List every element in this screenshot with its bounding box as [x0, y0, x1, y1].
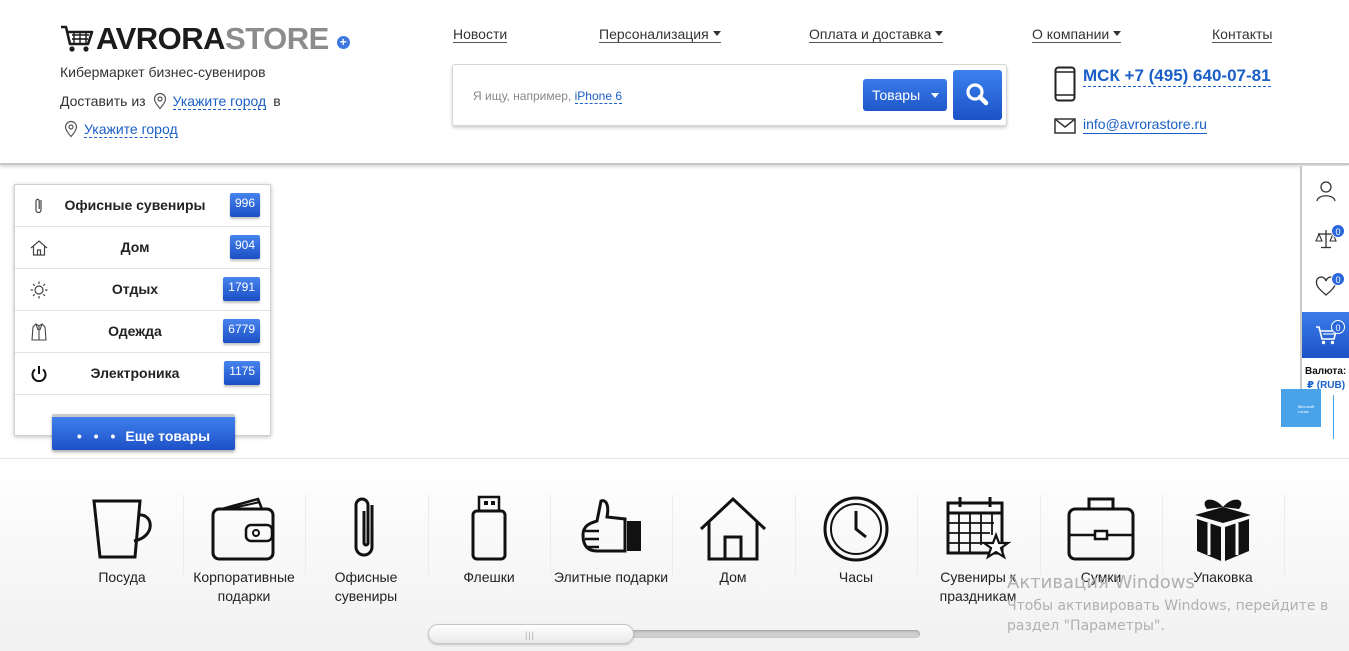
nav-personalization[interactable]: Персонализация: [599, 26, 721, 43]
search-category-label: Товары: [872, 87, 921, 103]
microsoft-lense-tile[interactable]: Microsoft Lense: [1281, 389, 1321, 427]
category-count-badge: 1791: [223, 277, 260, 301]
currency-label: Валюта:: [1305, 366, 1347, 377]
category-item-leisure[interactable]: Отдых 1791: [15, 269, 270, 311]
user-icon: [1316, 181, 1336, 202]
phone-icon: [1054, 66, 1076, 102]
category-menu: Офисные сувениры 996 Дом 904 Отдых 1791 …: [14, 184, 271, 436]
more-products-label: Еще товары: [125, 428, 211, 444]
cart-button[interactable]: 0: [1302, 312, 1349, 358]
more-products-button[interactable]: • • • Еще товары: [52, 414, 235, 450]
carousel-item-elite[interactable]: Элитные подарки: [550, 495, 672, 605]
carousel-item-corporate[interactable]: Корпоративные подарки: [183, 495, 305, 605]
location-pin-icon: [64, 120, 78, 138]
carousel-item-home[interactable]: Дом: [672, 495, 794, 605]
category-count-badge: 904: [229, 235, 260, 259]
chevron-down-icon: [931, 93, 939, 98]
gift-box-icon: [1195, 499, 1251, 561]
search-placeholder-text: Я ищу, например,: [473, 89, 572, 103]
nav-news-label: Новости: [453, 26, 508, 42]
wallet-icon: [211, 497, 275, 561]
carousel-scrollbar-handle[interactable]: |||: [428, 624, 634, 644]
thumbs-up-icon: [581, 499, 641, 553]
delivery-to-row: Укажите город: [60, 120, 178, 138]
carousel-item-label: Посуда: [98, 569, 146, 585]
mail-icon: [1054, 118, 1076, 134]
account-button[interactable]: [1302, 168, 1349, 214]
nav-personalization-label: Персонализация: [599, 26, 709, 42]
location-pin-icon: [153, 92, 166, 110]
search-placeholder: Я ищу, например, iPhone 6: [473, 89, 623, 104]
top-navigation: Новости Персонализация Оплата и доставка…: [0, 26, 1349, 46]
city-to-link[interactable]: Укажите город: [84, 121, 178, 138]
windows-activation-text: Чтобы активировать Windows, перейдите в …: [1007, 598, 1329, 634]
phone-number-link[interactable]: МСК +7 (495) 640-07-81: [1083, 66, 1271, 87]
site-tagline: Кибермаркет бизнес-сувениров: [60, 64, 266, 80]
carousel-item-label: Офисные сувениры: [334, 569, 398, 604]
search-box: Я ищу, например, iPhone 6 Товары: [452, 64, 1007, 126]
chevron-down-icon: [1113, 31, 1122, 36]
ms-tile-text: Microsoft Lense: [1298, 404, 1315, 414]
city-from-link[interactable]: Укажите город: [172, 93, 267, 110]
carousel-item-label: Дом: [719, 569, 747, 585]
nav-about[interactable]: О компании: [1032, 26, 1122, 43]
delivery-middle: в: [273, 93, 281, 109]
grip-icon: |||: [525, 630, 536, 640]
carousel-item-office[interactable]: Офисные сувениры: [305, 495, 427, 605]
category-label: Дом: [120, 239, 150, 255]
nav-about-label: О компании: [1032, 26, 1110, 42]
category-label: Отдых: [111, 281, 159, 297]
delivery-prefix: Доставить из: [60, 93, 146, 109]
category-item-electronics[interactable]: Электроника 1175: [15, 353, 270, 395]
favorites-count-badge: 0: [1331, 272, 1345, 286]
category-item-office[interactable]: Офисные сувениры 996: [15, 185, 270, 227]
nav-news[interactable]: Новости: [453, 26, 508, 43]
delivery-from-row: Доставить из Укажите город в: [60, 92, 281, 110]
carousel-item-label: Флешки: [463, 569, 515, 585]
compare-count-badge: 0: [1331, 224, 1345, 238]
paperclip-icon: [354, 497, 374, 557]
divider-line: [1333, 395, 1334, 439]
search-button[interactable]: [953, 70, 1002, 120]
category-count-badge: 6779: [223, 319, 260, 343]
nav-contacts-label: Контакты: [1212, 26, 1273, 42]
nav-payment-delivery-label: Оплата и доставка: [809, 26, 932, 42]
clock-icon: [823, 496, 889, 562]
carousel-item-dishes[interactable]: Посуда: [61, 495, 183, 605]
category-item-clothing[interactable]: Одежда 6779: [15, 311, 270, 353]
nav-payment-delivery[interactable]: Оплата и доставка: [809, 26, 944, 43]
chevron-down-icon: [712, 31, 721, 36]
cart-count-badge: 0: [1331, 320, 1345, 334]
site-header: AVRORA STORE + Кибермаркет бизнес-сувенир…: [0, 0, 1349, 165]
carousel-item-label: Часы: [838, 569, 874, 585]
search-icon: [966, 83, 989, 106]
compare-button[interactable]: 0: [1302, 216, 1349, 262]
house-icon: [699, 496, 767, 561]
chevron-down-icon: [935, 31, 944, 36]
search-example-link[interactable]: iPhone 6: [574, 89, 623, 104]
carousel-item-label: Элитные подарки: [553, 569, 669, 585]
nav-contacts[interactable]: Контакты: [1212, 26, 1273, 43]
carousel-item-clocks[interactable]: Часы: [795, 495, 917, 605]
carousel-item-flash[interactable]: Флешки: [428, 495, 550, 605]
cup-icon: [92, 499, 152, 559]
carousel-separator: [1284, 495, 1285, 575]
category-count-badge: 996: [229, 193, 260, 217]
email-link[interactable]: info@avrorastore.ru: [1083, 116, 1207, 134]
floating-sidebar: 0 0 0 Валюта: ₽ (RUB): [1300, 166, 1349, 396]
category-label: Офисные сувениры: [64, 197, 206, 213]
search-category-select[interactable]: Товары: [863, 79, 947, 111]
category-label: Одежда: [108, 323, 162, 339]
calendar-star-icon: [946, 497, 1012, 560]
windows-activation-title: Активация Windows: [1007, 572, 1195, 593]
favorites-button[interactable]: 0: [1302, 264, 1349, 310]
category-label: Электроника: [90, 365, 180, 381]
bag-icon: [1067, 497, 1135, 561]
carousel-item-label: Корпоративные подарки: [193, 569, 295, 604]
category-item-home[interactable]: Дом 904: [15, 227, 270, 269]
more-dots: • • •: [76, 428, 120, 444]
usb-flash-icon: [471, 495, 507, 561]
category-count-badge: 1175: [224, 361, 260, 385]
